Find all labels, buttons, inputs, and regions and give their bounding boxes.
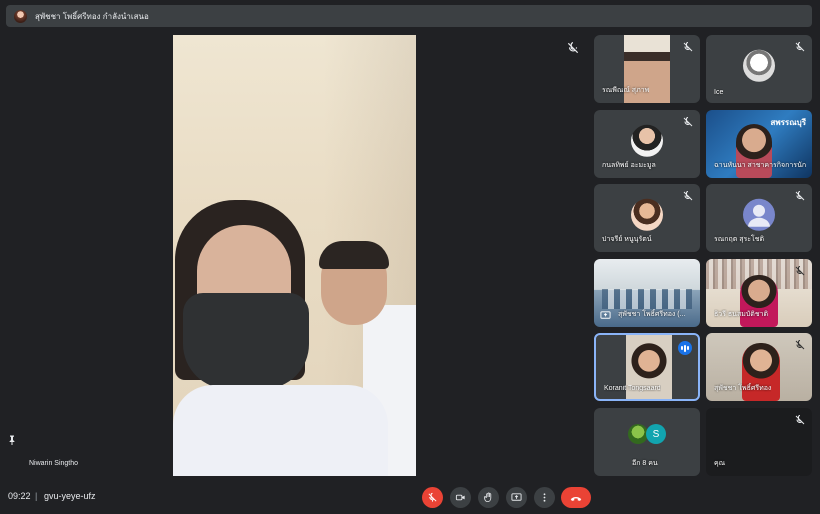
hand-icon <box>483 492 492 503</box>
others-count: อีก 8 คน <box>632 460 658 467</box>
leave-call-button[interactable] <box>561 487 591 508</box>
participant-tile[interactable]: ปาจรีย์ หนูนุรัตน์ <box>594 184 700 252</box>
participant-tile[interactable]: กนลทิพย์ อะมะมูล <box>594 110 700 178</box>
presenter-bar-title: สุพัชชา โพธิ์ศรีทอง กำลังนำเสนอ <box>35 11 149 21</box>
participant-name: Ice <box>714 89 724 96</box>
meeting-time: 09:22 <box>8 491 31 501</box>
participant-name: ธิวรี ธนสมบัติชาติ <box>714 311 769 318</box>
girl-shirt <box>173 385 388 476</box>
presenter-bar: สุพัชชา โพธิ์ศรีทอง กำลังนำเสนอ <box>6 5 812 27</box>
participant-name: กนลทิพย์ อะมะมูล <box>602 162 656 169</box>
participant-overlay-text: สพรรณบุรี <box>770 118 806 127</box>
participant-tile[interactable]: ธิวรี ธนสมบัติชาติ <box>706 259 812 327</box>
microphone-off-button[interactable] <box>422 487 443 508</box>
raise-hand-button[interactable] <box>478 487 499 508</box>
mic-off-icon <box>567 42 579 54</box>
mic-off-icon <box>795 415 805 425</box>
presenter-avatar <box>14 9 27 23</box>
participant-name: ปาจรีย์ หนูนุรัตน์ <box>602 236 652 243</box>
participant-avatar <box>628 424 648 444</box>
main-presentation-video <box>173 35 416 476</box>
participant-tile[interactable]: สพรรณบุรี ฉานหันนา สาชาคารกิจการนักศึกษา <box>706 110 812 178</box>
mic-off-icon <box>683 191 693 201</box>
camera-button[interactable] <box>450 487 471 508</box>
more-vert-icon <box>543 493 546 502</box>
others-tile[interactable]: S อีก 8 คน <box>594 408 700 476</box>
participant-avatar <box>743 49 775 82</box>
participant-tile[interactable]: รณพีณณ์ สุภาพ <box>594 35 700 103</box>
speaking-indicator-icon <box>678 341 692 355</box>
more-options-button[interactable] <box>534 487 555 508</box>
mic-off-icon <box>795 191 805 201</box>
participant-name: รณพีณณ์ สุภาพ <box>602 87 650 94</box>
participant-tile[interactable]: รณกฤต สุระโชติ <box>706 184 812 252</box>
self-tile[interactable]: คุณ <box>706 408 812 476</box>
participant-avatar <box>631 198 663 231</box>
participant-name: สุพัชชา โพธิ์ศรีทอง (... <box>618 311 686 318</box>
default-avatar-icon <box>743 198 775 231</box>
presentation-icon <box>600 311 611 319</box>
pinned-participant-name: Niwarin Singtho <box>29 460 79 467</box>
mic-off-icon <box>795 266 805 276</box>
hangup-icon <box>570 496 582 501</box>
participant-name: คุณ <box>714 460 726 467</box>
girl-face-mask <box>183 293 309 389</box>
participant-tile-speaking[interactable]: Koranit Tongsaard <box>594 333 700 401</box>
meeting-info-separator: | <box>35 491 38 501</box>
boy-hair <box>319 241 389 269</box>
mic-off-icon <box>683 42 693 52</box>
participant-tile[interactable]: สุพัชชา โพธิ์ศรีทอง <box>706 333 812 401</box>
participant-avatar <box>631 124 663 157</box>
participant-name: ฉานหันนา สาชาคารกิจการนักศึกษา <box>714 162 806 169</box>
classroom-scene <box>602 289 692 309</box>
pin-icon[interactable] <box>6 433 18 447</box>
participant-tile[interactable]: สุพัชชา โพธิ์ศรีทอง (... <box>594 259 700 327</box>
present-icon <box>511 493 522 501</box>
mic-off-icon <box>795 42 805 52</box>
present-button[interactable] <box>506 487 527 508</box>
participant-name: สุพัชชา โพธิ์ศรีทอง <box>714 385 772 392</box>
participant-name: รณกฤต สุระโชติ <box>714 236 765 243</box>
participant-name: Koranit Tongsaard <box>604 385 661 392</box>
mic-off-icon <box>795 340 805 350</box>
camera-icon <box>455 494 465 501</box>
meeting-code[interactable]: gvu-yeye-ufz <box>44 491 96 501</box>
participant-tile[interactable]: Ice <box>706 35 812 103</box>
participant-avatar: S <box>646 424 666 444</box>
mic-off-icon <box>428 492 437 502</box>
avatar-letter: S <box>652 428 660 440</box>
mic-off-icon <box>683 117 693 127</box>
